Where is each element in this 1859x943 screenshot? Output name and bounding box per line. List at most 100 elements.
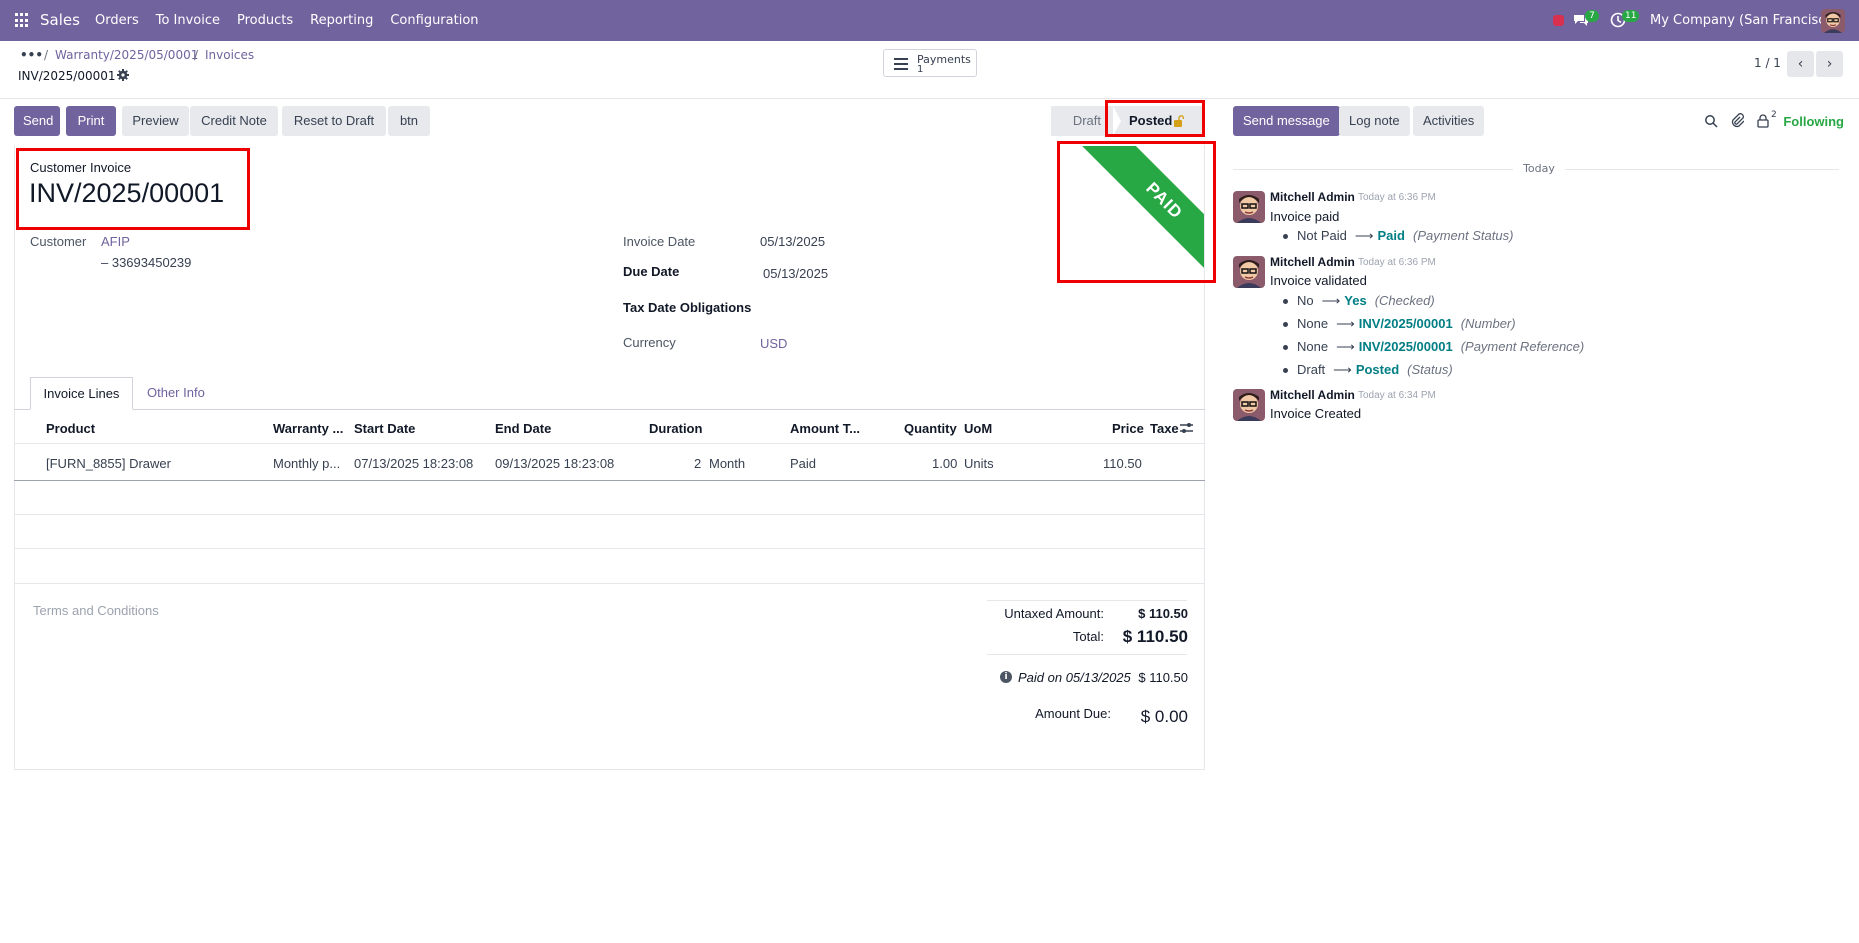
line-product[interactable]: [FURN_8855] Drawer <box>46 456 171 471</box>
line-price[interactable]: 110.50 <box>1103 456 1142 471</box>
pager-value[interactable]: 1 / 1 <box>1754 56 1781 70</box>
messaging-badge: 7 <box>1585 10 1599 22</box>
breadcrumb-current-record: INV/2025/00001 <box>18 69 116 83</box>
empty-row-divider <box>14 548 1205 549</box>
breadcrumb-separator: / <box>44 48 49 62</box>
col-end-date[interactable]: End Date <box>495 421 551 436</box>
following-button[interactable]: Following <box>1783 114 1844 129</box>
log-note-button[interactable]: Log note <box>1339 106 1410 136</box>
app-brand[interactable]: Sales <box>40 11 80 29</box>
user-avatar[interactable] <box>1821 9 1845 33</box>
message-author[interactable]: Mitchell Admin <box>1270 255 1355 269</box>
info-icon[interactable]: i <box>1000 671 1012 683</box>
col-uom[interactable]: UoM <box>964 421 992 436</box>
apps-grid-icon[interactable] <box>15 13 30 28</box>
terms-conditions-field[interactable]: Terms and Conditions <box>33 603 159 618</box>
table-row-divider <box>14 480 1205 481</box>
chevron-right-icon: › <box>1826 56 1833 72</box>
author-avatar[interactable] <box>1233 389 1265 421</box>
line-quantity[interactable]: 1.00 <box>932 456 957 471</box>
gear-icon[interactable] <box>117 69 129 81</box>
highlight-box-title <box>16 148 250 230</box>
due-date-value[interactable]: 05/13/2025 <box>763 266 828 281</box>
tax-date-label: Tax Date Obligations <box>623 300 752 315</box>
pager-next-button[interactable]: › <box>1816 51 1843 77</box>
paperclip-icon[interactable] <box>1730 113 1744 129</box>
col-product[interactable]: Product <box>46 421 95 436</box>
menu-orders[interactable]: Orders <box>95 13 139 28</box>
payments-smart-button[interactable]: Payments 1 <box>883 49 977 77</box>
credit-note-button[interactable]: Credit Note <box>190 106 278 136</box>
total-value: $ 110.50 <box>1122 627 1188 646</box>
highlight-box-ribbon <box>1057 141 1216 283</box>
message-author[interactable]: Mitchell Admin <box>1270 388 1355 402</box>
company-switcher[interactable]: My Company (San Francisco) <box>1650 13 1838 28</box>
currency-label: Currency <box>623 335 676 350</box>
author-avatar[interactable] <box>1233 191 1265 223</box>
optional-columns-icon[interactable] <box>1179 421 1194 435</box>
tracking-line: None ⟶ INV/2025/00001 (Number) <box>1283 316 1516 332</box>
customer-label: Customer <box>30 234 87 249</box>
totals-top-divider <box>987 600 1187 601</box>
activities-button[interactable]: Activities <box>1413 106 1485 136</box>
customer-link[interactable]: AFIP <box>101 234 130 249</box>
pager-previous-button[interactable]: ‹ <box>1787 51 1814 77</box>
totals-divider <box>987 654 1187 655</box>
debug-bug-icon[interactable] <box>1553 15 1564 26</box>
line-duration[interactable]: 2 <box>694 456 701 471</box>
line-duration-unit[interactable]: Month <box>709 456 745 471</box>
preview-button[interactable]: Preview <box>122 106 189 136</box>
line-start-date[interactable]: 07/13/2025 18:23:08 <box>354 456 473 471</box>
col-start-date[interactable]: Start Date <box>354 421 415 436</box>
paid-amount-value: $ 110.50 <box>1138 670 1188 685</box>
tab-other-info[interactable]: Other Info <box>147 385 205 400</box>
col-warranty[interactable]: Warranty ... <box>273 421 343 436</box>
btn-button[interactable]: btn <box>388 106 430 136</box>
breadcrumb-invoices[interactable]: Invoices <box>205 48 254 62</box>
message-timestamp: Today at 6:34 PM <box>1358 390 1436 401</box>
send-message-button[interactable]: Send message <box>1233 106 1340 136</box>
due-date-label: Due Date <box>623 264 680 279</box>
main-menu: Orders To Invoice Products Reporting Con… <box>95 13 496 28</box>
empty-row-divider <box>14 514 1205 515</box>
breadcrumb-warranty[interactable]: Warranty/2025/05/0001 <box>55 48 198 62</box>
untaxed-amount-value: $ 110.50 <box>1138 606 1188 621</box>
menu-reporting[interactable]: Reporting <box>310 13 373 28</box>
col-amount-type[interactable]: Amount T... <box>790 421 860 436</box>
tracking-line: No ⟶ Yes (Checked) <box>1283 293 1435 309</box>
currency-value[interactable]: USD <box>760 336 787 351</box>
line-end-date[interactable]: 09/13/2025 18:23:08 <box>495 456 614 471</box>
total-label: Total: <box>1072 629 1104 644</box>
reset-to-draft-button[interactable]: Reset to Draft <box>282 106 386 136</box>
menu-configuration[interactable]: Configuration <box>390 13 478 28</box>
table-header-divider <box>14 443 1205 444</box>
breadcrumb-more[interactable]: ••• <box>20 48 43 62</box>
followers-lock-icon[interactable] <box>1757 114 1769 128</box>
amount-due-label: Amount Due: <box>1035 706 1111 721</box>
tab-invoice-lines[interactable]: Invoice Lines <box>30 377 133 410</box>
col-taxes[interactable]: Taxe <box>1150 421 1179 436</box>
col-quantity[interactable]: Quantity <box>904 421 957 436</box>
date-divider-right <box>1565 169 1839 170</box>
line-amount-type[interactable]: Paid <box>790 456 816 471</box>
menu-to-invoice[interactable]: To Invoice <box>156 13 220 28</box>
menu-products[interactable]: Products <box>237 13 293 28</box>
col-duration[interactable]: Duration <box>649 421 702 436</box>
list-icon <box>894 58 908 70</box>
followers-count: 2 <box>1771 110 1777 120</box>
search-icon[interactable] <box>1704 114 1718 128</box>
line-uom[interactable]: Units <box>964 456 994 471</box>
payments-count: 1 <box>917 64 924 75</box>
message-body: Invoice paid <box>1270 209 1340 224</box>
print-button[interactable]: Print <box>66 106 116 136</box>
line-warranty[interactable]: Monthly p... <box>273 456 340 471</box>
send-button[interactable]: Send <box>14 106 60 136</box>
status-draft[interactable]: Draft <box>1051 106 1111 136</box>
col-price[interactable]: Price <box>1112 421 1144 436</box>
author-avatar[interactable] <box>1233 256 1265 288</box>
message-author[interactable]: Mitchell Admin <box>1270 190 1355 204</box>
breadcrumb-separator: / <box>194 48 199 62</box>
invoice-date-value[interactable]: 05/13/2025 <box>760 234 825 249</box>
empty-row-divider <box>14 583 1205 584</box>
paid-on-label: Paid on 05/13/2025 <box>1018 670 1131 685</box>
